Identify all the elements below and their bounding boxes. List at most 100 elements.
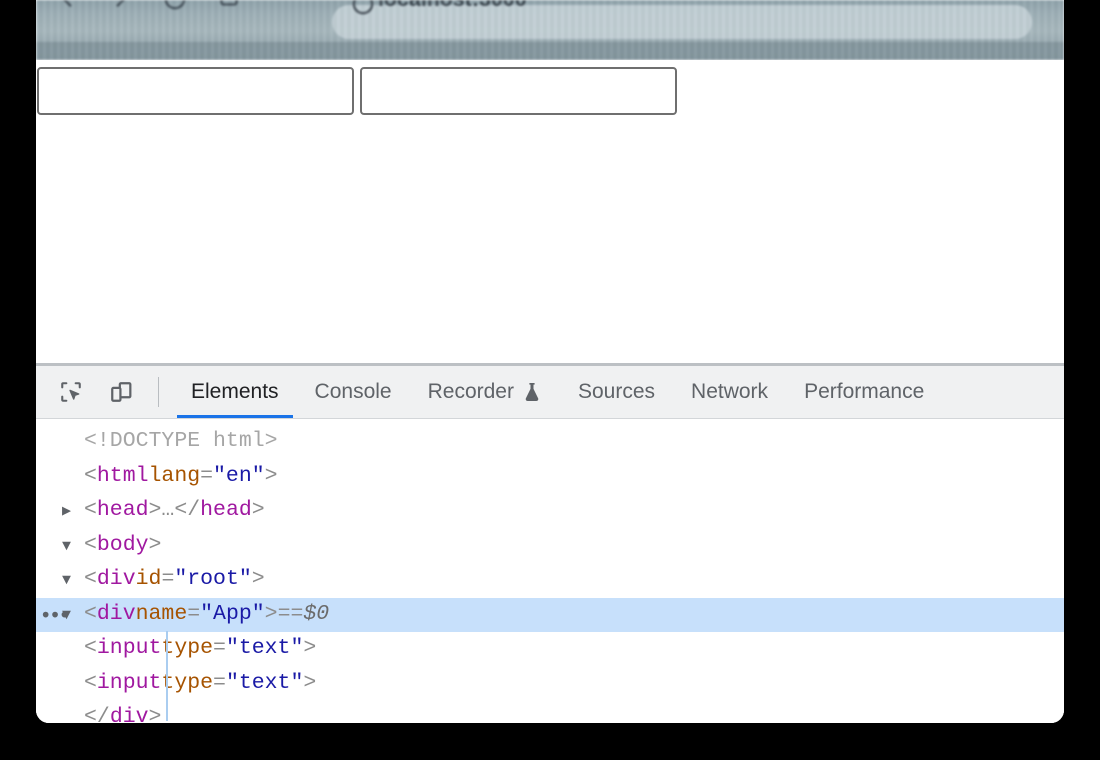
dom-token: name bbox=[135, 601, 188, 626]
dom-row-div-app[interactable]: ••• ▼ < div name = "App" > == $0 bbox=[36, 597, 1064, 634]
browser-window: localhost:3000 bbox=[36, 0, 1064, 723]
tab-sources-label: Sources bbox=[577, 380, 656, 403]
dom-token: "App" bbox=[200, 601, 265, 626]
dom-token: > bbox=[264, 463, 278, 488]
dom-row-html[interactable]: < html lang = "en" > bbox=[36, 460, 1064, 495]
dom-token: head bbox=[200, 498, 252, 522]
dom-row-content: < html lang = "en" > bbox=[36, 459, 278, 496]
dom-token: > bbox=[303, 636, 317, 660]
dom-token: <!DOCTYPE html> bbox=[84, 429, 278, 453]
dom-token: "text" bbox=[225, 670, 304, 695]
dom-token: > bbox=[264, 601, 278, 626]
tab-elements[interactable]: Elements bbox=[173, 366, 297, 418]
tab-network[interactable]: Network bbox=[673, 366, 786, 418]
reload-icon[interactable] bbox=[162, 0, 188, 12]
dom-token: div bbox=[96, 567, 136, 591]
expand-triangle-down-icon[interactable]: ▼ bbox=[62, 564, 84, 599]
dom-token: = bbox=[161, 567, 175, 591]
dom-indent-guide-line bbox=[166, 631, 168, 721]
devtools-toolbar: Elements Console Recorder Sources Networ… bbox=[36, 366, 1064, 419]
dom-token: $0 bbox=[303, 601, 330, 626]
omnibox-url-text: localhost:3000 bbox=[378, 0, 527, 12]
tab-sources[interactable]: Sources bbox=[560, 366, 673, 418]
dom-token: "root" bbox=[174, 567, 252, 591]
dom-token: > bbox=[148, 532, 162, 557]
dom-token: == bbox=[277, 601, 304, 626]
tab-console[interactable]: Console bbox=[297, 366, 410, 418]
dom-token: > bbox=[148, 498, 162, 522]
dom-row-content: </div > bbox=[36, 700, 161, 723]
dom-token: div bbox=[109, 705, 149, 723]
devtools-tab-list: Elements Console Recorder Sources Networ… bbox=[173, 366, 1064, 418]
dom-row-input-1[interactable]: < input type = "text" > bbox=[36, 632, 1064, 667]
dom-token: "en" bbox=[213, 463, 265, 488]
dom-token: < bbox=[84, 498, 97, 522]
dom-token: > bbox=[303, 670, 317, 695]
info-circle-icon bbox=[350, 0, 376, 22]
dom-row-head[interactable]: ▶ < head >… </head > bbox=[36, 494, 1064, 529]
dom-row-content: ▼ < div id = "root" > bbox=[36, 562, 265, 599]
toolbar-divider bbox=[158, 377, 159, 407]
tab-elements-label: Elements bbox=[191, 380, 279, 403]
device-toolbar-icon[interactable] bbox=[100, 371, 142, 413]
dom-row-content: ▶ < head >… </head > bbox=[36, 493, 265, 530]
dom-token: "text" bbox=[225, 636, 304, 660]
text-input-1[interactable] bbox=[37, 67, 354, 115]
dom-token: body bbox=[96, 532, 149, 557]
dom-token: type bbox=[161, 670, 214, 695]
dom-token: < bbox=[84, 532, 97, 557]
dom-row-content: ▼ < div name = "App" > == $0 bbox=[36, 597, 329, 634]
dom-token: lang bbox=[148, 463, 201, 488]
dom-token: < bbox=[84, 463, 97, 488]
tab-recorder-label: Recorder bbox=[427, 380, 514, 403]
dom-row-div-root[interactable]: ▼ < div id = "root" > bbox=[36, 563, 1064, 598]
back-arrow-icon[interactable] bbox=[54, 0, 80, 12]
dom-tree-rows: <!DOCTYPE html> < html lang = "en" > ▶ < head >…… bbox=[36, 425, 1064, 723]
dom-row-doctype[interactable]: <!DOCTYPE html> bbox=[36, 425, 1064, 460]
inspect-element-icon[interactable] bbox=[50, 371, 92, 413]
dom-token: input bbox=[96, 636, 162, 660]
dom-token: div bbox=[96, 601, 136, 626]
dom-row-content: < input type = "text" > bbox=[36, 631, 316, 668]
dom-tree[interactable]: <!DOCTYPE html> < html lang = "en" > ▶ < head >…… bbox=[36, 419, 1064, 723]
expand-triangle-right-icon[interactable]: ▶ bbox=[62, 495, 84, 530]
omnibox[interactable]: localhost:3000 bbox=[332, 0, 1032, 39]
text-input-2[interactable] bbox=[360, 67, 678, 115]
dom-token: </ bbox=[174, 498, 201, 522]
dom-token: < bbox=[84, 601, 97, 626]
dom-row-div-app-close[interactable]: </div > bbox=[36, 701, 1064, 723]
tab-console-label: Console bbox=[314, 380, 392, 403]
dom-token: > bbox=[251, 567, 265, 591]
tab-recorder[interactable]: Recorder bbox=[410, 366, 560, 418]
screenshot-stage: localhost:3000 bbox=[0, 0, 1100, 760]
app-container bbox=[37, 67, 678, 115]
browser-chrome: localhost:3000 bbox=[36, 0, 1064, 60]
forward-arrow-icon[interactable] bbox=[108, 0, 134, 12]
dom-row-content: ▼ < body > bbox=[36, 528, 161, 565]
bookmark-icon[interactable] bbox=[216, 0, 242, 12]
dom-token: < bbox=[84, 567, 97, 591]
expand-triangle-down-icon[interactable]: ▼ bbox=[62, 530, 84, 565]
dom-token: > bbox=[251, 498, 265, 522]
page-viewport bbox=[36, 60, 1064, 363]
dom-token: = bbox=[213, 670, 226, 695]
dom-row-input-2[interactable]: < input type = "text" > bbox=[36, 667, 1064, 702]
dom-token: < bbox=[84, 670, 97, 695]
dom-row-body[interactable]: ▼ < body > bbox=[36, 529, 1064, 564]
dom-token: </ bbox=[84, 705, 110, 723]
dom-token: = bbox=[187, 601, 201, 626]
dom-token: < bbox=[84, 636, 97, 660]
browser-nav-icon-group bbox=[54, 0, 242, 12]
dom-token: type bbox=[161, 636, 214, 660]
dom-row-overflow-badge[interactable]: ••• bbox=[42, 604, 70, 625]
dom-row-content: <!DOCTYPE html> bbox=[36, 424, 278, 461]
flask-icon bbox=[522, 381, 542, 403]
dom-token: = bbox=[213, 636, 226, 660]
tab-performance[interactable]: Performance bbox=[786, 366, 942, 418]
dom-token: … bbox=[161, 498, 175, 522]
dom-token: head bbox=[96, 498, 149, 522]
